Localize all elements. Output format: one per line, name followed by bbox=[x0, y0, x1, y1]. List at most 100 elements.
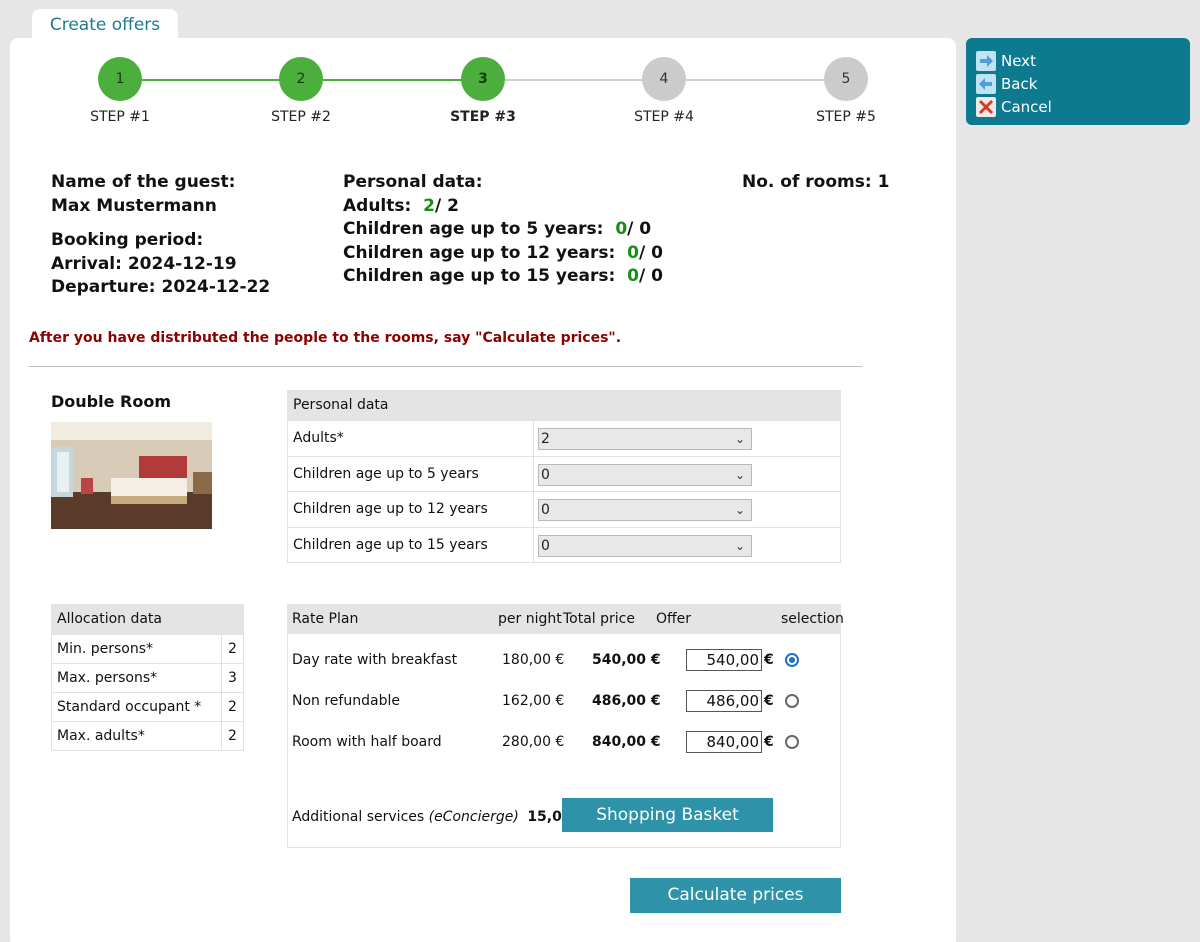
offer-input[interactable]: 486,00 bbox=[686, 690, 762, 712]
max-persons-label: Max. persons* bbox=[52, 664, 222, 692]
step-connector bbox=[686, 79, 826, 81]
offer-input[interactable]: 840,00 bbox=[686, 731, 762, 753]
personal-data-header: Personal data bbox=[288, 391, 840, 420]
rate-per-night: 180,00 € bbox=[502, 652, 565, 668]
rate-name: Non refundable bbox=[292, 693, 400, 709]
children12-select[interactable]: 0 ⌄ bbox=[538, 499, 752, 521]
offer-col: Offer bbox=[656, 611, 692, 627]
arrow-right-icon bbox=[976, 50, 996, 71]
actions-panel: Next Back Cancel bbox=[966, 38, 1190, 125]
rate-name: Room with half board bbox=[292, 734, 442, 750]
children15-total: / 0 bbox=[639, 266, 663, 287]
adults-total: / 2 bbox=[435, 195, 459, 216]
next-label: Next bbox=[1001, 51, 1036, 70]
children5-summary-label: Children age up to 5 years: bbox=[343, 219, 604, 240]
step-1-circle[interactable]: 1 bbox=[98, 57, 142, 101]
children15-select-value: 0 bbox=[541, 537, 550, 554]
cancel-button[interactable]: Cancel bbox=[976, 95, 1190, 118]
departure-date: Departure: 2024-12-22 bbox=[51, 277, 271, 298]
table-row: Standard occupant * 2 bbox=[52, 692, 243, 721]
chevron-down-icon: ⌄ bbox=[734, 538, 745, 553]
next-button[interactable]: Next bbox=[976, 49, 1190, 72]
adults-select-value: 2 bbox=[541, 431, 550, 447]
table-row: Max. adults* 2 bbox=[52, 721, 243, 750]
step-2-circle[interactable]: 2 bbox=[279, 57, 323, 101]
adults-label: Adults* bbox=[288, 421, 534, 456]
selection-col: selection bbox=[781, 611, 844, 627]
room-photo-art bbox=[51, 422, 212, 529]
rate-total: 840,00 € bbox=[592, 734, 661, 750]
rate-plan-table: Rate Plan per night Total price Offer se… bbox=[287, 604, 844, 848]
children12-total: / 0 bbox=[639, 242, 663, 263]
adults-select[interactable]: 2 ⌄ bbox=[538, 428, 752, 450]
allocation-header: Allocation data bbox=[52, 605, 243, 634]
rate-row: Day rate with breakfast 180,00 € 540,00 … bbox=[288, 645, 840, 675]
offer-input[interactable]: 540,00 bbox=[686, 649, 762, 671]
step-1-label: STEP #1 bbox=[90, 109, 150, 125]
chevron-down-icon: ⌄ bbox=[734, 432, 745, 446]
additional-services: Additional services (eConcierge) 15,00 € bbox=[292, 808, 586, 826]
step-3-label: STEP #3 bbox=[450, 109, 516, 125]
step-4-circle[interactable]: 4 bbox=[642, 57, 686, 101]
rate-name: Day rate with breakfast bbox=[292, 652, 458, 668]
rate-select-radio[interactable] bbox=[785, 653, 799, 667]
rooms-count: No. of rooms: 1 bbox=[742, 172, 890, 192]
calculate-prices-button[interactable]: Calculate prices bbox=[630, 878, 841, 913]
rate-select-radio[interactable] bbox=[785, 694, 799, 708]
rate-per-night: 280,00 € bbox=[502, 734, 565, 750]
additional-services-label: Additional services bbox=[292, 809, 425, 825]
rate-per-night: 162,00 € bbox=[502, 693, 565, 709]
max-adults-value: 2 bbox=[228, 728, 237, 744]
back-label: Back bbox=[1001, 74, 1038, 93]
children5-select[interactable]: 0 ⌄ bbox=[538, 463, 752, 486]
guest-info: Name of the guest: Max Mustermann Bookin… bbox=[51, 171, 270, 300]
offer-currency: € bbox=[764, 734, 774, 750]
guest-name: Max Mustermann bbox=[51, 195, 217, 216]
table-row: Children age up to 15 years 0 ⌄ bbox=[288, 526, 840, 562]
personal-summary-title: Personal data: bbox=[343, 172, 483, 192]
step-3-circle[interactable]: 3 bbox=[461, 57, 505, 101]
children12-label: Children age up to 12 years bbox=[288, 492, 534, 527]
children12-select-value: 0 bbox=[541, 502, 550, 518]
instruction-notice: After you have distributed the people to… bbox=[29, 330, 622, 346]
adults-summary-label: Adults: bbox=[343, 195, 412, 216]
children12-summary-label: Children age up to 12 years: bbox=[343, 242, 616, 263]
per-night-col: per night bbox=[498, 611, 562, 627]
table-row: Max. persons* 3 bbox=[52, 663, 243, 692]
children15-summary-label: Children age up to 15 years: bbox=[343, 266, 616, 287]
allocation-table: Allocation data Min. persons* 2 Max. pers… bbox=[51, 604, 244, 751]
min-persons-label: Min. persons* bbox=[52, 635, 222, 663]
table-row: Min. persons* 2 bbox=[52, 634, 243, 663]
close-icon bbox=[976, 96, 996, 117]
children5-select-value: 0 bbox=[541, 466, 550, 483]
rate-select-radio[interactable] bbox=[785, 735, 799, 749]
children5-total: / 0 bbox=[627, 219, 652, 240]
step-2-label: STEP #2 bbox=[271, 109, 331, 125]
rate-plan-col: Rate Plan bbox=[292, 611, 359, 627]
offer-currency: € bbox=[764, 693, 774, 709]
children15-label: Children age up to 15 years bbox=[288, 527, 534, 562]
room-title: Double Room bbox=[51, 392, 171, 411]
divider bbox=[29, 366, 862, 367]
back-button[interactable]: Back bbox=[976, 72, 1190, 95]
min-persons-value: 2 bbox=[228, 641, 237, 657]
children15-select[interactable]: 0 ⌄ bbox=[538, 534, 752, 557]
step-connector bbox=[142, 79, 301, 81]
booking-period-label: Booking period: bbox=[51, 230, 204, 251]
max-persons-value: 3 bbox=[228, 670, 237, 686]
children12-assigned: 0 bbox=[627, 242, 639, 263]
shopping-basket-button[interactable]: Shopping Basket bbox=[562, 798, 773, 832]
children5-assigned: 0 bbox=[615, 219, 628, 240]
rate-row: Non refundable 162,00 € 486,00 € 486,00 … bbox=[288, 686, 840, 716]
adults-assigned: 2 bbox=[423, 195, 435, 216]
table-row: Children age up to 12 years 0 ⌄ bbox=[288, 491, 840, 527]
table-row: Children age up to 5 years 0 ⌄ bbox=[288, 455, 840, 491]
personal-summary: Personal data: Adults: 2/ 2 Children age… bbox=[343, 171, 663, 289]
table-row: Adults* 2 ⌄ bbox=[288, 420, 840, 456]
room-photo bbox=[51, 422, 212, 529]
offer-currency: € bbox=[764, 652, 774, 668]
step-5-circle[interactable]: 5 bbox=[824, 57, 868, 101]
guest-name-label: Name of the guest: bbox=[51, 172, 236, 192]
rate-plan-header: Rate Plan per night Total price Offer se… bbox=[288, 605, 844, 634]
children5-summary: Children age up to 5 years: 0/ 0 bbox=[343, 218, 663, 242]
